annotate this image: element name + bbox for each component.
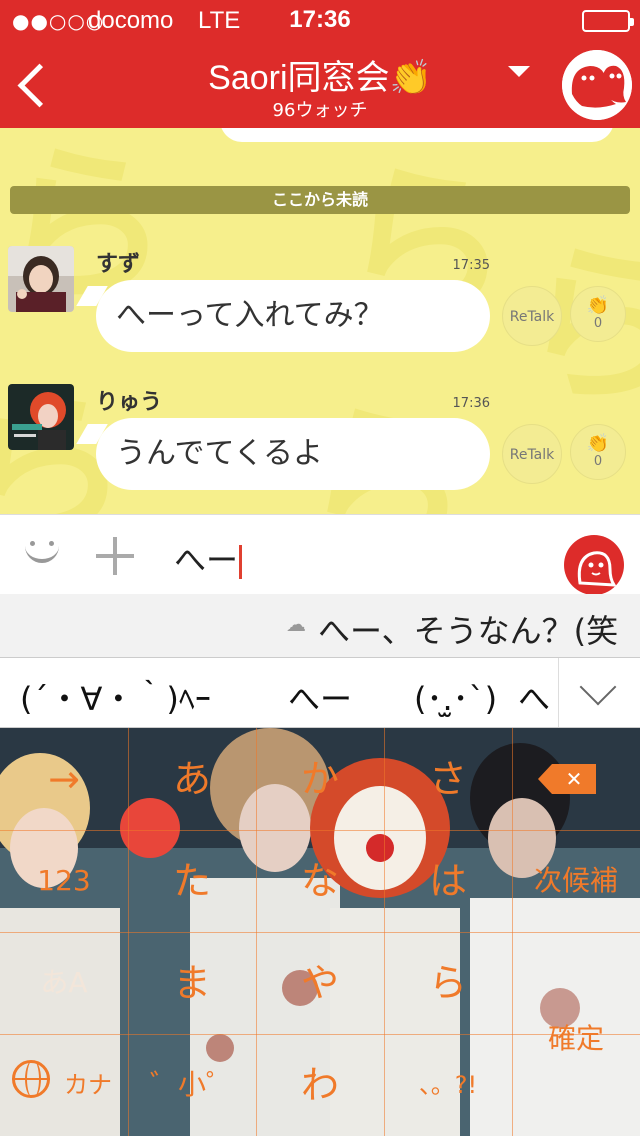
candidate-item[interactable]: (･.̫･`): [414, 674, 497, 720]
chat-subtitle: 96ウォッチ: [272, 100, 368, 121]
key-sa[interactable]: さ: [384, 728, 512, 830]
candidate-item[interactable]: へ: [518, 674, 550, 720]
clap-count: 0: [593, 454, 603, 469]
next-candidate-key[interactable]: 次候補: [512, 830, 640, 932]
key-kana-alpha-toggle[interactable]: あA: [0, 932, 128, 1034]
message-input[interactable]: へー: [174, 535, 243, 581]
status-bar: ●●○○○ docomo LTE 17:36: [0, 0, 640, 40]
clap-icon: 👏: [586, 295, 610, 316]
key-ha[interactable]: は: [384, 830, 512, 932]
clap-button[interactable]: 👏 0: [570, 286, 626, 342]
key-ra[interactable]: ら: [384, 932, 512, 1034]
chat-title[interactable]: Saori同窓会👏: [150, 50, 490, 99]
unread-divider: ここから未読: [10, 186, 630, 214]
avatar[interactable]: [8, 384, 74, 450]
battery-icon: [582, 10, 634, 32]
key-na[interactable]: な: [256, 830, 384, 932]
key-dakuten-small[interactable]: ゛小゜: [128, 1034, 256, 1136]
retalk-button[interactable]: ReTalk: [502, 424, 562, 484]
confirm-key[interactable]: 確定: [512, 988, 640, 1088]
chat-area[interactable]: ら ら ら ら ら ここから未読 すず 17:35 へーって入れてみ？ ReTa…: [0, 128, 640, 514]
message-time: 17:35: [452, 258, 490, 273]
chat-message: すず 17:35 へーって入れてみ？ ReTalk 👏 0: [0, 238, 640, 358]
clap-count: 0: [593, 316, 603, 331]
chat-header: ●●○○○ docomo LTE 17:36 Saori同窓会👏 96ウォッチ: [0, 0, 640, 128]
key-punctuation[interactable]: 、。?!: [384, 1034, 512, 1136]
text-caret: [239, 545, 243, 579]
prediction-bar: ☁ へー、そうなん？(笑: [0, 594, 640, 658]
group-avatar-button[interactable]: [562, 50, 632, 120]
key-ya[interactable]: や: [256, 932, 384, 1034]
cloud-suggestion[interactable]: へー、そうなん？(笑: [318, 606, 618, 652]
sender-name: りゅう: [96, 390, 163, 415]
message-bubble[interactable]: へーって入れてみ？: [96, 280, 490, 352]
key-numbers[interactable]: 123: [0, 830, 128, 932]
triangle-down-icon[interactable]: [508, 66, 530, 77]
candidate-item[interactable]: (´・∀・｀)ﾍｰ: [20, 674, 211, 720]
retalk-button[interactable]: ReTalk: [502, 286, 562, 346]
back-button[interactable]: [12, 58, 52, 114]
plus-icon[interactable]: [96, 537, 134, 575]
clap-button[interactable]: 👏 0: [570, 424, 626, 480]
key-arrow[interactable]: →: [0, 728, 128, 830]
key-ka[interactable]: か: [256, 728, 384, 830]
avatar[interactable]: [8, 246, 74, 312]
clap-icon: 👏: [586, 433, 610, 454]
expand-candidates-button[interactable]: [558, 658, 640, 727]
cloud-icon: ☁: [286, 612, 306, 636]
clock: 17:36: [289, 6, 351, 33]
key-kana[interactable]: カナ: [48, 1034, 128, 1136]
previous-message-bubble: [220, 128, 614, 142]
candidate-bar: (´・∀・｀)ﾍｰ へー (･.̫･`) へ: [0, 658, 640, 728]
message-input-value: へー: [174, 541, 239, 579]
flick-keyboard: → あ か さ 123 た な は 次候補 あA ま や ら 確定 カナ ゛小゜…: [0, 728, 640, 1136]
key-a[interactable]: あ: [128, 728, 256, 830]
message-time: 17:36: [452, 396, 490, 411]
message-bubble[interactable]: うんでてくるよ: [96, 418, 490, 490]
character-face-icon[interactable]: [564, 535, 624, 595]
message-input-bar: へー: [0, 514, 640, 595]
globe-icon[interactable]: [12, 1060, 50, 1098]
key-ta[interactable]: た: [128, 830, 256, 932]
candidate-item[interactable]: へー: [288, 674, 352, 720]
sender-name: すず: [96, 252, 141, 277]
key-wa[interactable]: わ: [256, 1034, 384, 1136]
ghost-avatar-icon: [562, 50, 632, 120]
delete-icon[interactable]: [538, 764, 596, 794]
chat-message: りゅう 17:36 うんでてくるよ ReTalk 👏 0: [0, 378, 640, 498]
key-ma[interactable]: ま: [128, 932, 256, 1034]
smiley-icon[interactable]: [22, 531, 62, 571]
